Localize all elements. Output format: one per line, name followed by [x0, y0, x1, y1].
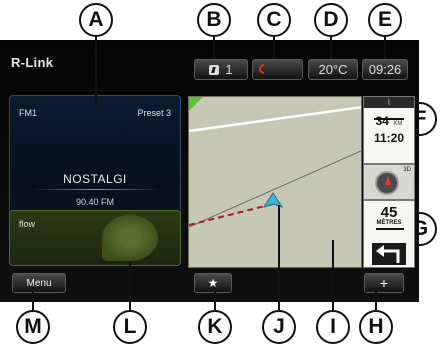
- leader-b: [213, 37, 215, 59]
- callout-j: J: [262, 310, 296, 344]
- compass-icon: [375, 171, 399, 195]
- leader-j: [278, 205, 280, 311]
- distance-value: 34: [375, 114, 389, 128]
- distance-unit: KM: [393, 121, 403, 127]
- messages-button[interactable]: 1: [194, 59, 248, 80]
- rlink-screen: R-Link 1 20°C 09:26 FM1 Preset 3 NOSTALG…: [0, 40, 419, 302]
- callout-e: E: [368, 3, 402, 37]
- leaf-icon: [102, 215, 158, 261]
- route-overview-icon: ⌇: [364, 97, 414, 108]
- leader-m: [32, 292, 34, 311]
- compass-button[interactable]: 3D: [363, 164, 415, 200]
- eta-time: 11:20: [373, 131, 405, 145]
- leader-f: [374, 118, 404, 120]
- clock-display[interactable]: 09:26: [362, 59, 408, 80]
- leader-l: [129, 262, 131, 311]
- callout-b: B: [197, 3, 231, 37]
- messages-count: 1: [225, 62, 233, 77]
- message-icon: [209, 64, 220, 75]
- trip-info-panel[interactable]: ⌇ 34 KM 11:20: [363, 96, 415, 164]
- navigation-map[interactable]: [188, 96, 362, 268]
- callout-a: A: [79, 3, 113, 37]
- callout-h: H: [359, 310, 393, 344]
- callout-l: L: [113, 310, 147, 344]
- leader-e: [384, 37, 386, 59]
- radio-frequency: 90.40 FM: [75, 197, 115, 207]
- callout-m: M: [16, 310, 50, 344]
- app-logo: R-Link: [11, 55, 54, 70]
- leader-c: [273, 37, 275, 59]
- plus-icon: +: [379, 275, 389, 291]
- radio-station-name: NOSTALGI: [63, 172, 127, 186]
- radio-preset: Preset 3: [137, 108, 171, 118]
- phone-icon: [256, 61, 272, 77]
- turn-arrow-graphic: [376, 245, 400, 263]
- leader-a: [95, 37, 97, 103]
- flow-title: flow: [19, 219, 36, 229]
- next-turn-unit: MÈTRES: [376, 220, 402, 226]
- map-road-minor: [189, 150, 361, 228]
- map-canvas: [189, 97, 361, 228]
- radio-divider: [32, 189, 160, 190]
- flow-widget[interactable]: flow: [9, 210, 181, 266]
- next-turn-panel[interactable]: 45 MÈTRES: [363, 200, 415, 268]
- distance-remaining: 34 KM: [364, 112, 414, 130]
- callout-k: K: [198, 310, 232, 344]
- map-menu-button[interactable]: +: [364, 273, 404, 293]
- callout-c: C: [257, 3, 291, 37]
- leader-d: [330, 37, 332, 59]
- leader-k: [214, 292, 216, 311]
- phone-button[interactable]: [252, 59, 303, 80]
- map-road: [189, 106, 361, 133]
- view-mode-label: 3D: [403, 167, 411, 173]
- temperature-display[interactable]: 20°C: [308, 59, 358, 80]
- leader-h: [375, 290, 377, 311]
- star-icon: ★: [207, 276, 219, 290]
- favorites-button[interactable]: ★: [194, 273, 232, 293]
- menu-button[interactable]: Menu: [12, 273, 66, 293]
- route-line: [189, 203, 274, 226]
- leader-g: [376, 228, 404, 230]
- callout-i: I: [316, 310, 350, 344]
- callout-d: D: [314, 3, 348, 37]
- radio-band: FM1: [19, 108, 37, 118]
- map-corner-marker: [189, 97, 203, 111]
- leader-i: [332, 240, 334, 311]
- next-turn-distance: 45: [380, 204, 398, 221]
